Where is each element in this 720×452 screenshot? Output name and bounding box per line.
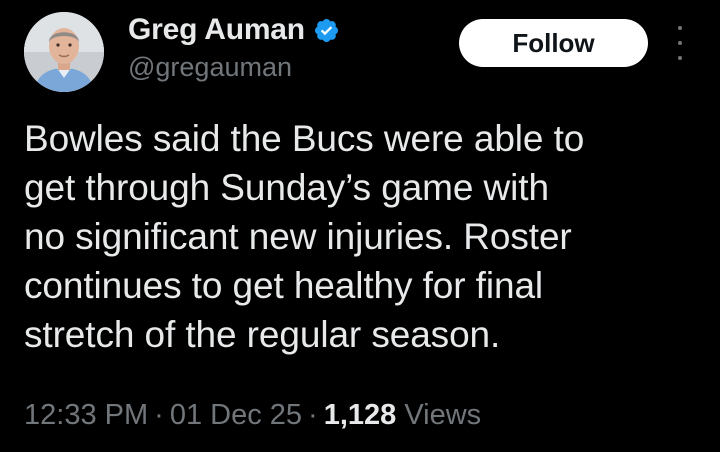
meta-separator: · <box>308 399 318 431</box>
author-display-name[interactable]: Greg Auman <box>128 12 305 48</box>
tweet-text-line: Bowles said the Bucs were able to <box>24 118 585 159</box>
tweet-text-line: stretch of the regular season. <box>24 314 501 355</box>
more-dot <box>678 26 682 30</box>
avatar-photo <box>24 12 104 92</box>
more-dot <box>678 56 682 60</box>
tweet-text-line: continues to get healthy for final <box>24 265 544 306</box>
avatar[interactable] <box>24 12 104 92</box>
tweet-card: Greg Auman @gregauman Follow Bowles said… <box>0 0 720 452</box>
author-name-row: Greg Auman <box>128 10 340 50</box>
meta-separator: · <box>154 399 164 431</box>
tweet-text-line: get through Sunday’s game with <box>24 167 549 208</box>
views-count[interactable]: 1,128 <box>324 399 397 431</box>
author-handle[interactable]: @gregauman <box>128 50 292 84</box>
views-label[interactable]: Views <box>404 399 481 431</box>
more-vertical-icon[interactable] <box>668 26 692 60</box>
tweet-text-line: no significant new injuries. Roster <box>24 216 572 257</box>
tweet-date[interactable]: 01 Dec 25 <box>170 399 302 431</box>
verified-badge-icon[interactable] <box>313 17 340 44</box>
tweet-time[interactable]: 12:33 PM <box>24 399 148 431</box>
tweet-text: Bowles said the Bucs were able to get th… <box>24 114 704 359</box>
follow-button[interactable]: Follow <box>459 19 648 67</box>
more-dot <box>678 41 682 45</box>
tweet-meta: 12:33 PM · 01 Dec 25 · 1,128 Views <box>24 396 481 434</box>
